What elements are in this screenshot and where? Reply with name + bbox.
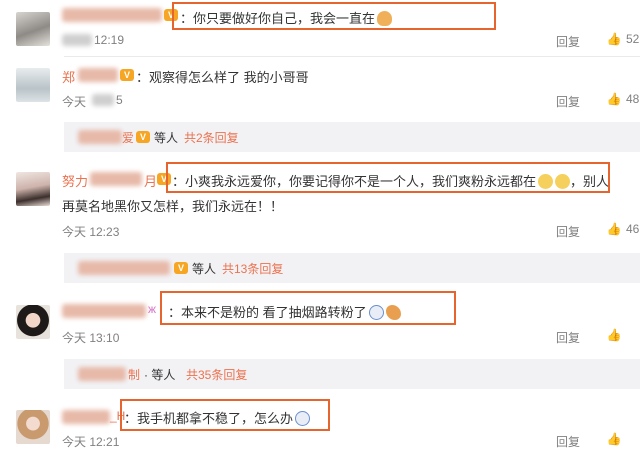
reply-button[interactable]: 回复 — [556, 433, 580, 450]
username-blurred[interactable] — [90, 172, 142, 186]
thumbs-up-icon: 👍 — [606, 432, 622, 446]
like-count: 52 — [626, 32, 640, 46]
sub-reply-name[interactable]: 制 — [128, 366, 140, 383]
vip-badge-icon: V — [174, 262, 188, 274]
reply-button[interactable]: 回复 — [556, 33, 580, 50]
like-button[interactable]: 👍 — [606, 432, 626, 446]
sub-reply-summary[interactable]: 爱 V 等人 共2条回复 — [64, 122, 640, 152]
vip-badge-icon: V — [120, 69, 134, 81]
username-suffix[interactable]: 月 — [144, 171, 157, 190]
comment-time: 今天 12:21 — [62, 435, 120, 449]
time-blurred — [92, 94, 114, 106]
sub-reply-others: 等人 — [154, 131, 179, 145]
comment-time-suffix: 5 — [116, 93, 123, 107]
comment-time: 今天 13:10 — [62, 331, 120, 345]
sub-reply-summary[interactable]: 制 · 等人 共35条回复 — [64, 359, 640, 389]
thumbs-up-icon: 👍 — [606, 92, 622, 106]
highlight-box — [160, 291, 456, 325]
like-button[interactable]: 👍 52 — [606, 32, 640, 46]
avatar[interactable] — [16, 410, 50, 444]
highlight-box — [166, 162, 610, 193]
username[interactable]: 努力 — [62, 171, 88, 190]
comment-text-line2: 再莫名地黑你又怎样，我们永远在！！ — [62, 199, 284, 214]
reply-button[interactable]: 回复 — [556, 223, 580, 240]
comment-text: ：观察得怎么样了 我的小哥哥 — [136, 70, 309, 85]
sub-reply-more-link[interactable]: 共2条回复 — [184, 129, 239, 146]
reply-button[interactable]: 回复 — [556, 93, 580, 110]
highlight-box — [120, 399, 330, 431]
comment-time: 12:19 — [94, 33, 125, 47]
divider — [64, 56, 640, 57]
like-button[interactable]: 👍 46 — [606, 222, 640, 236]
sub-reply-others: · 等人 — [144, 368, 176, 382]
username-blurred[interactable] — [78, 367, 126, 381]
like-button[interactable]: 👍 48 — [606, 92, 640, 106]
vip-badge-icon: V — [136, 131, 150, 143]
thumbs-up-icon: 👍 — [606, 222, 622, 236]
avatar[interactable] — [16, 12, 50, 46]
username-blurred[interactable] — [62, 304, 146, 318]
sub-reply-more-link[interactable]: 共13条回复 — [222, 260, 283, 277]
username-blurred[interactable] — [62, 410, 110, 424]
sub-reply-others: 等人 — [192, 262, 217, 276]
thumbs-up-icon: 👍 — [606, 328, 622, 342]
sub-reply-name[interactable]: 爱 — [122, 129, 134, 146]
avatar[interactable] — [16, 68, 50, 102]
username-blurred[interactable] — [78, 130, 122, 144]
username[interactable]: 郑 — [62, 67, 75, 86]
username-blurred[interactable] — [78, 261, 170, 275]
comment-time: 今天 — [62, 95, 87, 109]
avatar[interactable] — [16, 305, 50, 339]
avatar[interactable] — [16, 172, 50, 206]
time-blurred — [62, 34, 92, 46]
sub-reply-summary[interactable]: V 等人 共13条回复 — [64, 253, 640, 283]
sub-reply-more-link[interactable]: 共35条回复 — [186, 366, 247, 383]
comment-time: 今天 12:23 — [62, 225, 120, 239]
username-blurred[interactable] — [62, 8, 162, 22]
like-count: 48 — [626, 92, 640, 106]
like-button[interactable]: 👍 — [606, 328, 626, 342]
butterfly-icon: ж — [148, 302, 157, 316]
reply-button[interactable]: 回复 — [556, 329, 580, 346]
thumbs-up-icon: 👍 — [606, 32, 622, 46]
username-blurred[interactable] — [78, 68, 118, 82]
like-count: 46 — [626, 222, 640, 236]
highlight-box — [172, 2, 496, 30]
